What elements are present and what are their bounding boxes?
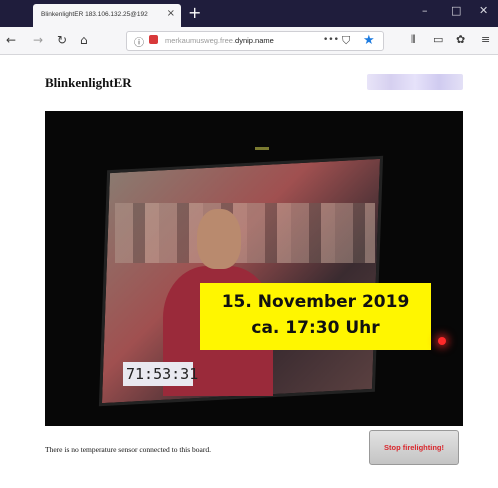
reload-icon[interactable]: ↻: [57, 33, 67, 47]
bookmark-star-icon[interactable]: ★: [363, 33, 375, 48]
extension-icon[interactable]: ✿: [456, 33, 465, 46]
site-info-icon[interactable]: ⓘ: [134, 34, 144, 49]
browser-tab-active[interactable]: BlinkenlightER 183.106.132.25@192 ×: [33, 4, 181, 27]
new-tab-button[interactable]: +: [188, 3, 201, 22]
url-text[interactable]: merkaumusweg.free.dynip.name: [165, 36, 274, 45]
page-actions-icon[interactable]: •••: [323, 35, 339, 45]
red-light: [438, 337, 446, 345]
video-stream: 15. November 2019 ca. 17:30 Uhr 71:53:31: [45, 111, 463, 426]
navigation-toolbar: ← → ↻ ⌂ ⓘ merkaumusweg.free.dynip.name •…: [0, 27, 498, 55]
crowd-background: [115, 203, 375, 263]
tab-strip: BlinkenlightER 183.106.132.25@192 × + – …: [0, 0, 498, 27]
url-host: dynip.name: [235, 36, 274, 45]
url-bar[interactable]: ⓘ merkaumusweg.free.dynip.name ••• ⛉ ★: [126, 31, 384, 51]
insecure-connection-icon: [149, 35, 158, 44]
sidebar-icon[interactable]: ▭: [433, 33, 443, 46]
maximize-icon[interactable]: □: [451, 4, 461, 17]
temperature-status-text: There is no temperature sensor connected…: [45, 445, 211, 454]
stop-firelighting-button[interactable]: Stop firelighting!: [369, 430, 459, 465]
blurred-logo: [367, 74, 463, 90]
page-content: BlinkenlightER 15. November 2019 ca. 17:…: [0, 56, 498, 488]
status-led: [255, 147, 269, 150]
pocket-icon[interactable]: ⛉: [342, 34, 350, 48]
date-overlay: 15. November 2019 ca. 17:30 Uhr: [200, 283, 431, 350]
close-window-icon[interactable]: ✕: [479, 4, 488, 17]
tab-title: BlinkenlightER 183.106.132.25@192: [41, 11, 148, 18]
page-title: BlinkenlightER: [45, 75, 132, 90]
home-icon[interactable]: ⌂: [80, 33, 88, 47]
back-icon[interactable]: ←: [6, 33, 16, 47]
menu-icon[interactable]: ≡: [481, 33, 490, 46]
library-icon[interactable]: ⫴: [411, 33, 416, 47]
person-head: [197, 209, 241, 269]
minimize-icon[interactable]: –: [422, 4, 428, 17]
tab-close-icon[interactable]: ×: [167, 8, 175, 19]
url-prefix: merkaumusweg.free.: [165, 36, 236, 45]
video-timecode: 71:53:31: [123, 362, 198, 386]
overlay-time: ca. 17:30 Uhr: [251, 318, 380, 338]
forward-icon[interactable]: →: [33, 33, 43, 47]
overlay-date: 15. November 2019: [221, 292, 410, 312]
